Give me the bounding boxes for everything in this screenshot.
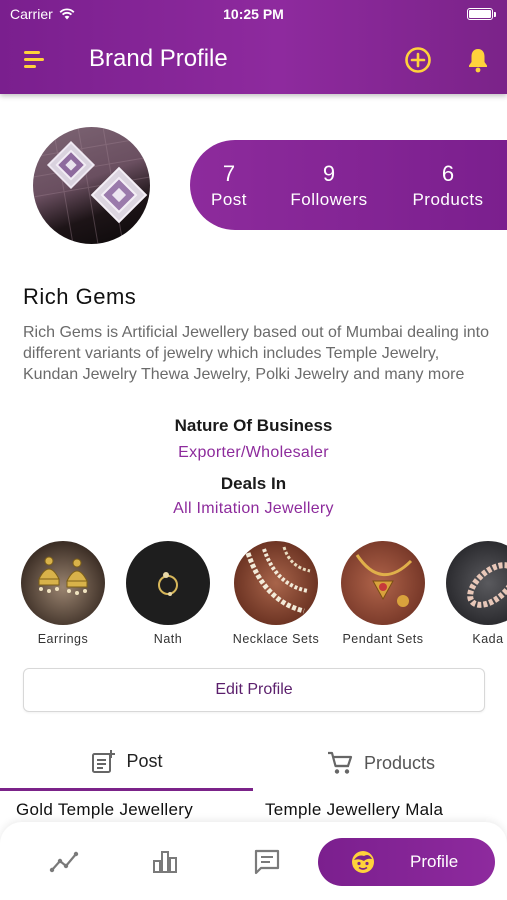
tab-post[interactable]: Post (0, 735, 253, 791)
category-nath-label: Nath (153, 632, 183, 646)
menu-icon[interactable] (24, 47, 46, 71)
tab-post-label: Post (126, 751, 163, 771)
necklace-image (234, 541, 318, 625)
category-pendant-sets[interactable]: Pendant Sets (328, 541, 438, 646)
insights-icon (49, 851, 79, 873)
page-title: Brand Profile (89, 45, 228, 72)
stat-products-label: Products (412, 190, 484, 209)
bar-chart-icon (153, 851, 177, 873)
deals-in-label: Deals In (220, 474, 287, 493)
earring-photo (33, 127, 150, 244)
kada-image (446, 541, 507, 625)
nav-analytics[interactable] (147, 846, 183, 878)
stat-followers[interactable]: 9 Followers (286, 160, 372, 212)
stat-followers-label: Followers (290, 190, 368, 209)
post-add-icon (92, 749, 116, 773)
stats-panel: 7 Post 9 Followers 6 Products (190, 140, 507, 230)
stat-posts[interactable]: 7 Post (210, 160, 248, 212)
pendant-image (341, 541, 425, 625)
stat-followers-value: 9 (322, 161, 336, 186)
category-earrings[interactable]: Earrings (8, 541, 118, 646)
nav-profile[interactable]: Profile (318, 838, 495, 886)
category-necklace-sets-label: Necklace Sets (232, 632, 320, 646)
nature-of-business-label: Nature Of Business (174, 416, 333, 435)
category-nath[interactable]: Nath (113, 541, 223, 646)
content-tabs: Post Products (0, 735, 507, 791)
face-icon (352, 851, 374, 873)
bottom-navigation: Profile (0, 822, 507, 900)
app-header: Carrier 10:25 PM Brand Profile (0, 0, 507, 94)
add-circle-icon[interactable] (404, 46, 432, 74)
nav-insights[interactable] (46, 846, 82, 878)
category-kada[interactable]: Kada (433, 541, 507, 646)
nav-messages[interactable] (249, 846, 285, 878)
category-earrings-label: Earrings (37, 632, 89, 646)
status-time: 10:25 PM (223, 6, 284, 22)
brand-avatar[interactable] (33, 127, 150, 244)
status-bar: Carrier 10:25 PM (0, 0, 507, 28)
bell-icon[interactable] (465, 46, 491, 74)
tab-products-label: Products (363, 752, 436, 773)
edit-profile-button[interactable]: Edit Profile (23, 668, 485, 712)
brand-description: Rich Gems is Artificial Jewellery based … (23, 324, 489, 383)
battery-icon (467, 8, 496, 20)
category-necklace-sets[interactable]: Necklace Sets (221, 541, 331, 646)
nature-of-business-value: Exporter/Wholesaler (178, 444, 329, 461)
earrings-image (21, 541, 105, 625)
stat-posts-value: 7 (222, 161, 236, 186)
deals-in-value: All Imitation Jewellery (173, 500, 334, 517)
category-pendant-sets-label: Pendant Sets (342, 632, 424, 646)
cart-icon (327, 751, 353, 774)
tab-products[interactable]: Products (254, 735, 507, 791)
stat-products-value: 6 (441, 161, 455, 186)
category-list[interactable]: Earrings Nath Necklace Sets Pendant Sets… (0, 541, 507, 651)
nav-profile-label: Profile (410, 852, 459, 871)
nath-image (126, 541, 210, 625)
brand-name: Rich Gems (23, 284, 137, 309)
stat-posts-label: Post (210, 190, 248, 209)
post-tile-title[interactable]: Gold Temple Jewellery (16, 800, 193, 820)
category-kada-label: Kada (472, 632, 504, 646)
post-tile-title[interactable]: Temple Jewellery Mala (265, 800, 443, 820)
message-icon (254, 849, 280, 875)
stat-products[interactable]: 6 Products (407, 160, 489, 212)
